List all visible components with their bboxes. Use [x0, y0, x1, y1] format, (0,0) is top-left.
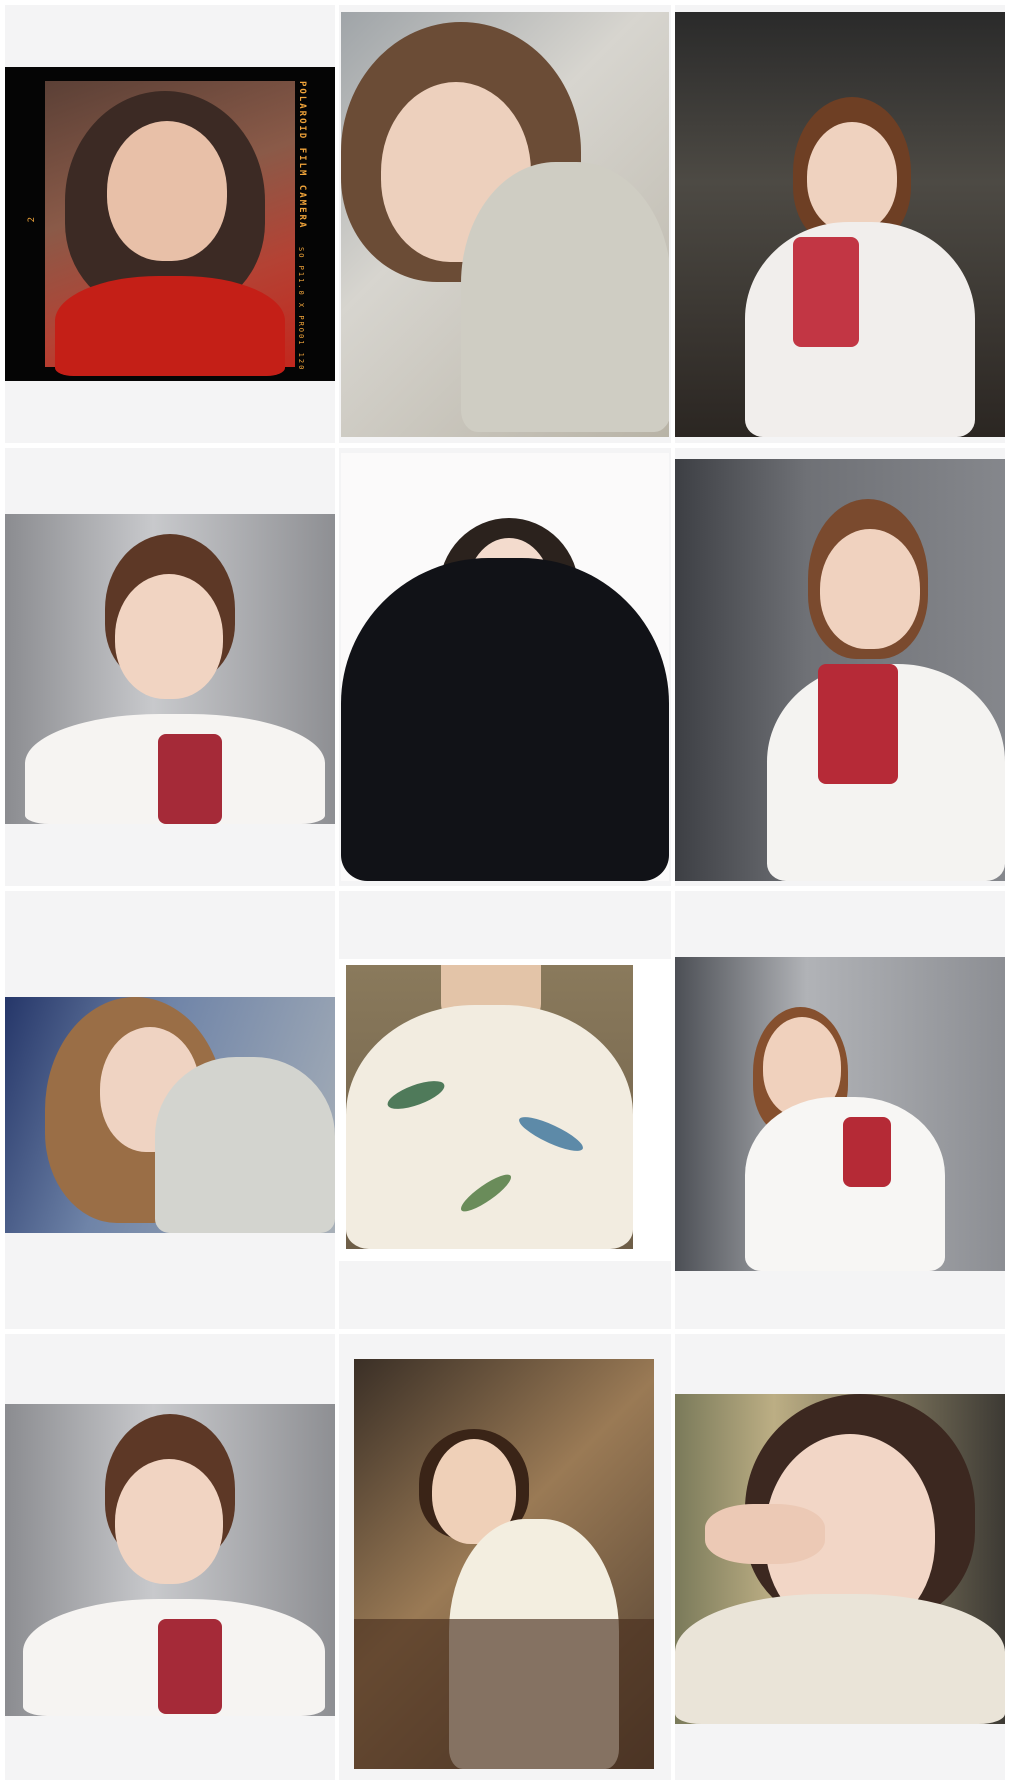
polaroid-photo: POLAROID FILM CAMERA SO P11.0 X PRO01 12… — [5, 67, 335, 381]
selfie-photo — [5, 997, 335, 1233]
shirt-detail-photo — [339, 959, 671, 1261]
portrait-photo — [341, 453, 669, 881]
cafe-portrait-photo — [354, 1359, 654, 1769]
grid-tile-10[interactable] — [5, 1334, 335, 1780]
grid-tile-3[interactable] — [675, 5, 1005, 443]
polaroid-brand-text: POLAROID FILM CAMERA — [297, 81, 307, 230]
mirror-selfie-photo — [675, 459, 1005, 881]
grid-tile-1[interactable]: POLAROID FILM CAMERA SO P11.0 X PRO01 12… — [5, 5, 335, 443]
polaroid-frame-number: 2 — [27, 217, 37, 223]
mirror-selfie-photo — [675, 12, 1005, 437]
grid-tile-5[interactable] — [339, 448, 671, 886]
mirror-selfie-photo — [5, 514, 335, 824]
grid-tile-8[interactable] — [339, 891, 671, 1329]
grid-tile-11[interactable] — [339, 1334, 671, 1780]
grid-tile-4[interactable] — [5, 448, 335, 886]
mirror-selfie-photo — [675, 957, 1005, 1271]
grid-tile-12[interactable] — [675, 1334, 1005, 1780]
grid-tile-6[interactable] — [675, 448, 1005, 886]
grid-tile-7[interactable] — [5, 891, 335, 1329]
grid-tile-2[interactable] — [339, 5, 671, 443]
mirror-selfie-photo — [5, 1404, 335, 1716]
photo-grid: POLAROID FILM CAMERA SO P11.0 X PRO01 12… — [0, 0, 1010, 1785]
closeup-selfie-photo — [675, 1394, 1005, 1724]
grid-tile-9[interactable] — [675, 891, 1005, 1329]
polaroid-model-text: SO P11.0 X PRO01 120 — [297, 247, 305, 372]
selfie-photo — [341, 12, 669, 437]
